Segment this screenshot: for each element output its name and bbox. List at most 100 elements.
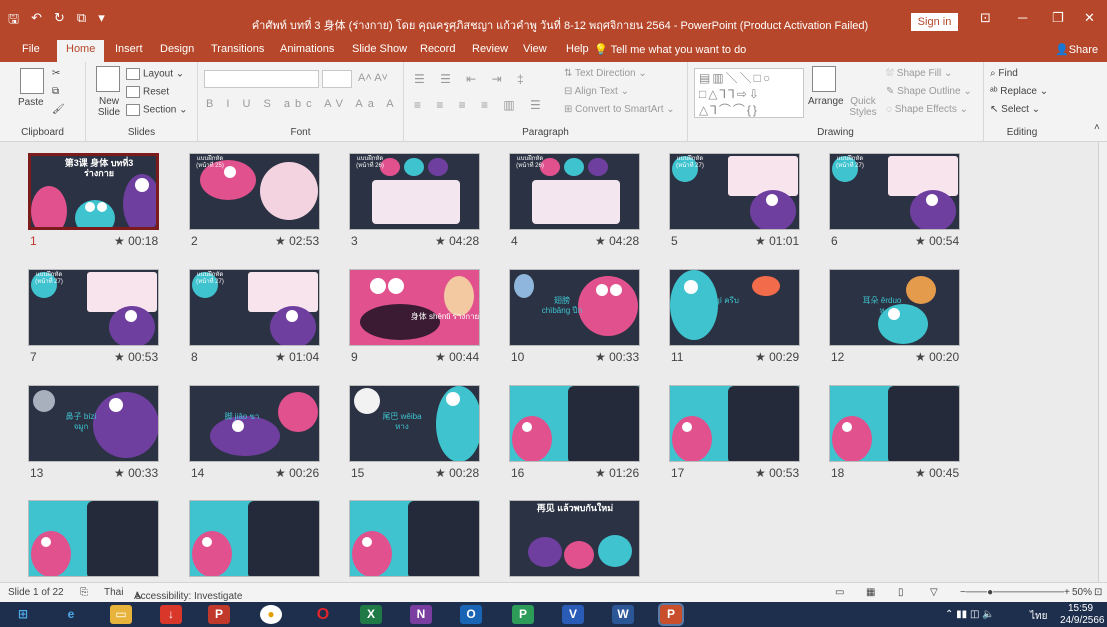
ribbon-display-icon[interactable]: ⊡ bbox=[980, 10, 991, 26]
clock-date[interactable]: 24/9/2566 bbox=[1060, 615, 1105, 626]
edge-browser-icon[interactable]: e bbox=[60, 605, 82, 624]
slide-thumbnail[interactable]: 鳍 qí ครีบ bbox=[669, 269, 800, 346]
slide-thumbnail[interactable]: แบบฝึกหัด (หน้าที่ 27) bbox=[829, 153, 960, 230]
tab-transitions[interactable]: Transitions bbox=[211, 43, 264, 55]
save-icon[interactable]: 🖫 bbox=[8, 10, 19, 32]
new-slide-button[interactable]: New Slide bbox=[94, 96, 124, 118]
slide-thumbnail[interactable]: แบบฝึกหัด (หน้าที่ 27) bbox=[189, 269, 320, 346]
align-buttons[interactable]: ≡ ≡ ≡ ≡ ▥ ☰ bbox=[414, 98, 547, 112]
sign-in-button[interactable]: Sign in bbox=[911, 13, 958, 31]
clock-time[interactable]: 15:59 bbox=[1068, 603, 1093, 614]
system-tray-icons[interactable]: ⌃ ▮▮ ◫ 🔈 bbox=[945, 609, 995, 620]
outlook-icon[interactable]: O bbox=[460, 605, 482, 624]
minimize-icon[interactable]: ─ bbox=[1018, 10, 1027, 25]
onenote-icon[interactable]: N bbox=[410, 605, 432, 624]
increase-font-icon[interactable]: A˄ A˅ bbox=[358, 72, 388, 84]
align-text-button[interactable]: ⊟ Align Text ⌄ bbox=[564, 86, 629, 97]
format-painter-icon[interactable]: 🖌 bbox=[52, 104, 65, 115]
font-format-buttons[interactable]: B I U S abc AV Aa A bbox=[206, 98, 399, 110]
shapes-gallery[interactable]: ▤▥＼＼□○ □△⅂⅂⇨⇩ △⅂⌒⌒{} bbox=[694, 68, 804, 118]
download-app-icon[interactable]: ↓ bbox=[160, 605, 182, 624]
redo-icon[interactable]: ↻ bbox=[54, 10, 65, 32]
slide-thumbnail[interactable]: 身体 shēntǐ ร่างกาย bbox=[349, 269, 480, 346]
slide-thumbnail[interactable]: แบบฝึกหัด (หน้าที่ 26) bbox=[509, 153, 640, 230]
shape-effects-button[interactable]: ◌ Shape Effects ⌄ bbox=[886, 104, 968, 115]
fit-window-icon[interactable]: ⊡ bbox=[1094, 587, 1102, 598]
tab-file[interactable]: File bbox=[22, 43, 40, 55]
tab-view[interactable]: View bbox=[523, 43, 547, 55]
arrange-button[interactable]: Arrange bbox=[808, 96, 844, 107]
slideshow-view-icon[interactable]: ▽ bbox=[930, 587, 938, 598]
tab-insert[interactable]: Insert bbox=[115, 43, 143, 55]
vertical-scrollbar[interactable] bbox=[1098, 142, 1107, 582]
font-name-input[interactable] bbox=[204, 70, 319, 88]
maximize-icon[interactable]: ❐ bbox=[1052, 10, 1064, 26]
publisher-icon[interactable]: P bbox=[512, 605, 534, 624]
font-size-input[interactable] bbox=[322, 70, 352, 88]
reading-view-icon[interactable]: ▯ bbox=[898, 587, 904, 598]
slide-thumbnail[interactable] bbox=[28, 500, 159, 577]
text-direction-button[interactable]: ⇅ Text Direction ⌄ bbox=[564, 68, 647, 79]
slide-thumbnail[interactable]: 尾巴 wěiba หาง bbox=[349, 385, 480, 462]
collapse-ribbon-icon[interactable]: ˄ bbox=[1094, 122, 1100, 133]
normal-view-icon[interactable]: ▭ bbox=[835, 587, 844, 598]
spelling-icon[interactable]: ⎘ bbox=[80, 587, 88, 598]
slide-thumbnail[interactable]: 再见 แล้วพบกันใหม่ bbox=[509, 500, 640, 577]
slide-sorter-view-icon[interactable]: ▦ bbox=[866, 587, 875, 598]
customize-qat-icon[interactable]: ▾ bbox=[98, 10, 105, 32]
chrome-icon[interactable]: ● bbox=[260, 605, 282, 624]
word-icon[interactable]: W bbox=[612, 605, 634, 624]
list-buttons[interactable]: ☰ ☰ ⇤ ⇥ ‡ bbox=[414, 72, 530, 86]
shape-fill-button[interactable]: ⛆ Shape Fill ⌄ bbox=[886, 68, 952, 79]
tab-animations[interactable]: Animations bbox=[280, 43, 334, 55]
paste-icon[interactable] bbox=[20, 68, 44, 94]
tab-design[interactable]: Design bbox=[160, 43, 194, 55]
slide-thumbnail[interactable]: แบบฝึกหัด (หน้าที่ 25) bbox=[189, 153, 320, 230]
tab-home[interactable]: Home bbox=[57, 40, 105, 62]
slide-thumbnail[interactable] bbox=[189, 500, 320, 577]
slide-thumbnail[interactable] bbox=[509, 385, 640, 462]
slide-thumbnail[interactable]: แบบฝึกหัด (หน้าที่ 27) bbox=[28, 269, 159, 346]
slide-thumbnail[interactable]: 第3课 身体 บทที่3 ร่างกาย bbox=[28, 153, 159, 230]
slide-thumbnail[interactable]: 鼻子 bízi จมูก bbox=[28, 385, 159, 462]
powerpoint-icon[interactable]: P bbox=[658, 603, 684, 626]
visio-icon[interactable]: V bbox=[562, 605, 584, 624]
copy-icon[interactable]: ⧉ bbox=[52, 86, 59, 97]
paste-button[interactable]: Paste bbox=[18, 97, 44, 108]
slide-thumbnail[interactable]: แบบฝึกหัด (หน้าที่ 27) bbox=[669, 153, 800, 230]
tab-record[interactable]: Record bbox=[420, 43, 455, 55]
arrange-icon[interactable] bbox=[812, 66, 836, 92]
tell-me-search[interactable]: 💡 Tell me what you want to do bbox=[594, 43, 746, 56]
reset-button[interactable]: Reset bbox=[126, 86, 169, 98]
slide-thumbnail[interactable]: 脚 jiǎo ขา bbox=[189, 385, 320, 462]
undo-icon[interactable]: ↶ bbox=[31, 10, 42, 32]
input-language[interactable]: ไทย bbox=[1030, 609, 1047, 624]
opera-icon[interactable]: O bbox=[312, 605, 334, 624]
cut-icon[interactable]: ✂ bbox=[52, 68, 60, 79]
convert-smartart-button[interactable]: ⊞ Convert to SmartArt ⌄ bbox=[564, 104, 675, 115]
zoom-level[interactable]: 50% bbox=[1072, 587, 1092, 598]
slide-thumbnail[interactable] bbox=[669, 385, 800, 462]
new-slide-icon[interactable] bbox=[96, 66, 120, 92]
tab-review[interactable]: Review bbox=[472, 43, 508, 55]
slide-thumbnail[interactable] bbox=[349, 500, 480, 577]
slide-thumbnail[interactable]: 耳朵 ěrduo หู bbox=[829, 269, 960, 346]
close-icon[interactable]: ✕ bbox=[1084, 10, 1095, 26]
replace-button[interactable]: ᵃᵇ Replace ⌄ bbox=[990, 86, 1048, 97]
windows-start-icon[interactable]: ⊞ bbox=[12, 605, 34, 624]
layout-button[interactable]: Layout ⌄ bbox=[126, 68, 184, 80]
zoom-slider[interactable]: −───●──────────+ bbox=[960, 587, 1070, 598]
file-explorer-icon[interactable]: ▭ bbox=[110, 605, 132, 624]
slide-thumbnail[interactable]: แบบฝึกหัด (หน้าที่ 26) bbox=[349, 153, 480, 230]
language-indicator[interactable]: Thai bbox=[104, 587, 123, 598]
find-button[interactable]: ⌕ Find bbox=[990, 68, 1018, 79]
p-app-icon[interactable]: P bbox=[208, 605, 230, 624]
section-button[interactable]: Section ⌄ bbox=[126, 104, 188, 116]
excel-icon[interactable]: X bbox=[360, 605, 382, 624]
quick-styles-button[interactable]: Quick Styles bbox=[848, 96, 878, 118]
tab-slide-show[interactable]: Slide Show bbox=[352, 43, 407, 55]
slide-thumbnail[interactable]: 翅膀 chìbǎng ปีก bbox=[509, 269, 640, 346]
slideshow-icon[interactable]: ⧉ bbox=[77, 10, 86, 32]
select-button[interactable]: ↖ Select ⌄ bbox=[990, 104, 1040, 115]
slide-thumbnail[interactable] bbox=[829, 385, 960, 462]
